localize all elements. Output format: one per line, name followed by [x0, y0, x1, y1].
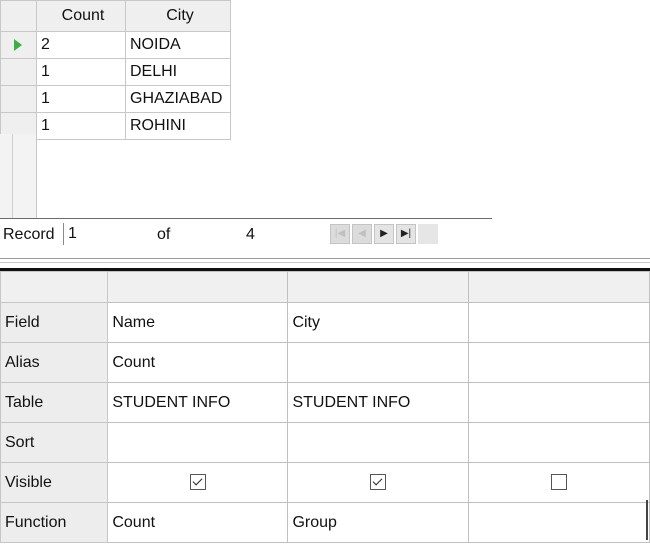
sort-cell[interactable] [467, 422, 650, 463]
design-table: Field Name City Alias Count Table STUDEN… [0, 271, 650, 543]
cell-city[interactable]: ROHINI [125, 112, 231, 140]
alias-cell[interactable]: Count [107, 342, 289, 383]
last-record-icon[interactable]: ▶| [396, 224, 416, 244]
row-label-visible: Visible [0, 462, 109, 503]
table-row[interactable]: 2 NOIDA [0, 31, 231, 59]
query-result-grid: Count City 2 NOIDA 1 DELHI 1 GHAZIABAD 1… [0, 0, 650, 250]
design-row-alias: Alias Count [0, 342, 650, 383]
table-cell[interactable]: STUDENT INFO [107, 382, 289, 423]
column-header-city[interactable]: City [125, 0, 231, 32]
column-header-count[interactable]: Count [36, 0, 126, 32]
row-selector-strip [0, 134, 37, 218]
sort-cell[interactable] [107, 422, 289, 463]
cell-count[interactable]: 1 [36, 58, 126, 86]
sort-cell[interactable] [287, 422, 469, 463]
query-design-grid: Field Name City Alias Count Table STUDEN… [0, 271, 650, 545]
field-cell[interactable] [467, 302, 650, 343]
row-label-field: Field [0, 302, 109, 343]
design-row-visible: Visible [0, 462, 650, 503]
visible-checkbox[interactable] [550, 474, 567, 491]
visible-cell [467, 462, 650, 503]
field-cell[interactable]: Name [107, 302, 289, 343]
design-row-table: Table STUDENT INFO STUDENT INFO [0, 382, 650, 423]
record-navigation-bar: Record 1 of 4 |◀ ◀ ▶ ▶| [0, 220, 650, 248]
nav-spacer [418, 224, 438, 244]
next-record-icon[interactable]: ▶ [374, 224, 394, 244]
result-table: Count City 2 NOIDA 1 DELHI 1 GHAZIABAD 1… [0, 0, 231, 140]
design-row-field: Field Name City [0, 302, 650, 343]
design-header-row [0, 271, 650, 303]
cell-count[interactable]: 2 [36, 31, 126, 59]
row-selector-header[interactable] [0, 0, 37, 32]
row-selector[interactable] [0, 58, 37, 86]
column-selector[interactable] [287, 271, 469, 303]
design-corner-cell [0, 271, 109, 303]
divider [12, 134, 13, 218]
function-cell[interactable]: Group [287, 502, 469, 543]
record-total: 4 [246, 226, 255, 243]
record-label: Record [3, 226, 55, 243]
row-selector[interactable] [0, 31, 37, 59]
design-row-function: Function Count Group [0, 502, 650, 543]
column-selector[interactable] [107, 271, 289, 303]
table-row[interactable]: 1 DELHI [0, 58, 231, 86]
row-selector[interactable] [0, 85, 37, 113]
row-label-alias: Alias [0, 342, 109, 383]
prev-record-icon[interactable]: ◀ [352, 224, 372, 244]
cell-count[interactable]: 1 [36, 112, 126, 140]
result-header-row: Count City [0, 0, 231, 32]
record-of-label: of [157, 226, 171, 243]
grid-bottom-divider [0, 218, 492, 219]
field-cell[interactable]: City [287, 302, 469, 343]
record-number-field[interactable]: 1 [63, 223, 145, 245]
row-label-table: Table [0, 382, 109, 423]
alias-cell[interactable] [467, 342, 650, 383]
cell-city[interactable]: NOIDA [125, 31, 231, 59]
column-selector[interactable] [467, 271, 650, 303]
current-row-arrow-icon [14, 38, 22, 51]
design-row-sort: Sort [0, 422, 650, 463]
visible-checkbox[interactable] [189, 474, 206, 491]
cell-count[interactable]: 1 [36, 85, 126, 113]
table-cell[interactable]: STUDENT INFO [287, 382, 469, 423]
table-row[interactable]: 1 GHAZIABAD [0, 85, 231, 113]
window-edge [646, 500, 648, 540]
row-label-function: Function [0, 502, 109, 543]
cell-city[interactable]: DELHI [125, 58, 231, 86]
table-cell[interactable] [467, 382, 650, 423]
function-cell[interactable] [467, 502, 650, 543]
pane-splitter-line [0, 262, 650, 263]
pane-splitter[interactable] [0, 258, 650, 259]
cell-city[interactable]: GHAZIABAD [125, 85, 231, 113]
record-nav-buttons: |◀ ◀ ▶ ▶| [330, 224, 438, 244]
visible-cell [287, 462, 469, 503]
first-record-icon[interactable]: |◀ [330, 224, 350, 244]
visible-checkbox[interactable] [369, 474, 386, 491]
visible-cell [107, 462, 289, 503]
function-cell[interactable]: Count [107, 502, 289, 543]
alias-cell[interactable] [287, 342, 469, 383]
row-label-sort: Sort [0, 422, 109, 463]
